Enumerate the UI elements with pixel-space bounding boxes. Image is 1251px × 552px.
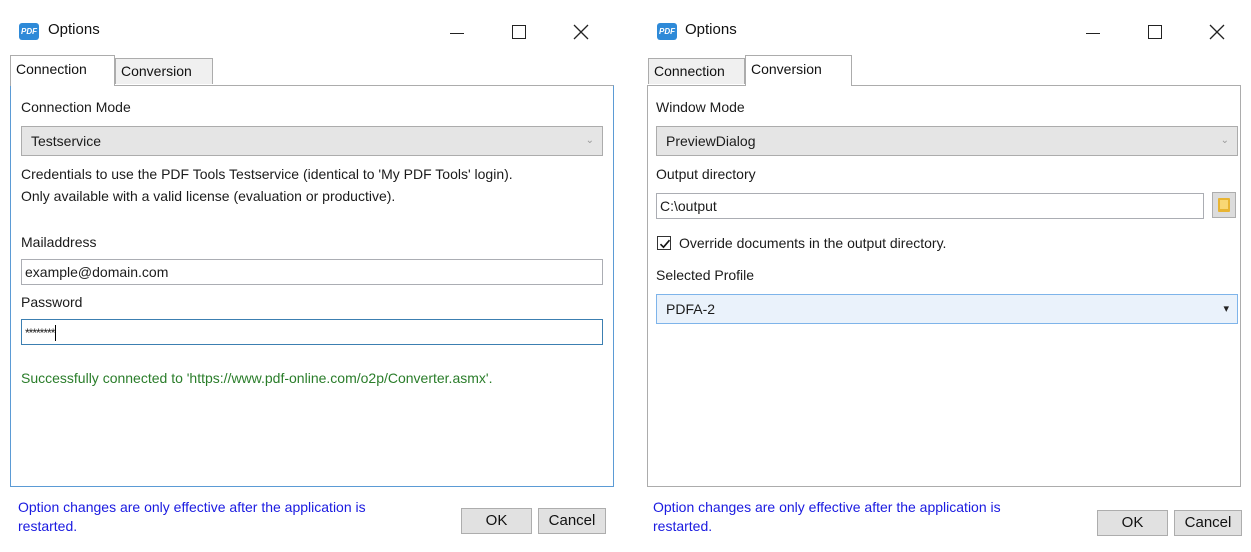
restart-notice-line-1: Option changes are only effective after …	[18, 499, 366, 515]
tab-conversion[interactable]: Conversion	[745, 55, 852, 86]
output-directory-label: Output directory	[656, 166, 756, 182]
title-bar: PDF Options	[0, 0, 625, 60]
text-cursor	[55, 325, 57, 342]
ok-button[interactable]: OK	[461, 508, 532, 534]
selected-profile-label: Selected Profile	[656, 267, 755, 283]
tab-connection[interactable]: Connection	[648, 58, 745, 84]
restart-notice-line-1: Option changes are only effective after …	[653, 499, 1001, 515]
output-directory-input[interactable]: C:\output	[656, 193, 1204, 219]
maximize-button[interactable]	[1132, 14, 1178, 50]
override-checkbox[interactable]	[657, 236, 671, 250]
window-title: Options	[685, 21, 737, 38]
password-input[interactable]: ********	[21, 319, 603, 345]
restart-notice: Option changes are only effective after …	[653, 498, 1083, 536]
chevron-down-icon: ⌄	[1220, 135, 1229, 146]
window-title: Options	[48, 21, 100, 38]
selected-profile-select[interactable]: PDFA-2 ▾	[656, 294, 1238, 324]
description-line-2: Only available with a valid license (eva…	[21, 188, 396, 204]
title-bar: PDF Options	[637, 0, 1251, 60]
cancel-button[interactable]: Cancel	[1174, 510, 1242, 536]
pdf-app-icon: PDF	[657, 23, 677, 40]
close-icon	[573, 24, 589, 40]
restart-notice-line-2: restarted.	[18, 518, 78, 534]
minimize-button[interactable]	[1070, 14, 1116, 50]
description-line-1: Credentials to use the PDF Tools Testser…	[21, 166, 513, 182]
connection-description: Credentials to use the PDF Tools Testser…	[21, 163, 611, 207]
tab-connection[interactable]: Connection	[10, 55, 115, 86]
chevron-down-icon: ⌄	[585, 135, 594, 146]
override-label: Override documents in the output directo…	[679, 235, 947, 251]
pdf-app-icon: PDF	[19, 23, 39, 40]
connection-mode-label: Connection Mode	[21, 99, 131, 115]
mailaddress-value: example@domain.com	[25, 264, 169, 280]
connection-status-message: Successfully connected to 'https://www.p…	[21, 370, 493, 386]
maximize-button[interactable]	[496, 14, 542, 50]
selected-profile-value: PDFA-2	[666, 301, 716, 317]
browse-folder-button[interactable]	[1212, 192, 1236, 218]
output-directory-value: C:\output	[660, 198, 717, 214]
cancel-button[interactable]: Cancel	[538, 508, 606, 534]
close-icon	[1209, 24, 1225, 40]
password-value: ********	[25, 326, 55, 340]
checkmark-icon	[659, 239, 671, 249]
window-mode-value: PreviewDialog	[666, 133, 756, 149]
close-button[interactable]	[558, 14, 604, 50]
close-button[interactable]	[1194, 14, 1240, 50]
options-window-conversion: PDF Options Connection Conversion Window…	[637, 0, 1251, 552]
window-mode-select[interactable]: PreviewDialog ⌄	[656, 126, 1238, 156]
ok-button[interactable]: OK	[1097, 510, 1168, 536]
chevron-down-icon: ▾	[1223, 303, 1229, 315]
minimize-button[interactable]	[434, 14, 480, 50]
mailaddress-input[interactable]: example@domain.com	[21, 259, 603, 285]
connection-mode-value: Testservice	[31, 133, 102, 149]
restart-notice: Option changes are only effective after …	[18, 498, 448, 536]
mailaddress-label: Mailaddress	[21, 234, 97, 250]
restart-notice-line-2: restarted.	[653, 518, 713, 534]
window-separator	[625, 0, 637, 552]
window-mode-label: Window Mode	[656, 99, 745, 115]
folder-icon	[1218, 198, 1230, 212]
connection-mode-select[interactable]: Testservice ⌄	[21, 126, 603, 156]
password-label: Password	[21, 294, 83, 310]
options-window-connection: PDF Options Connection Conversion Connec…	[0, 0, 625, 552]
tab-conversion[interactable]: Conversion	[115, 58, 213, 84]
